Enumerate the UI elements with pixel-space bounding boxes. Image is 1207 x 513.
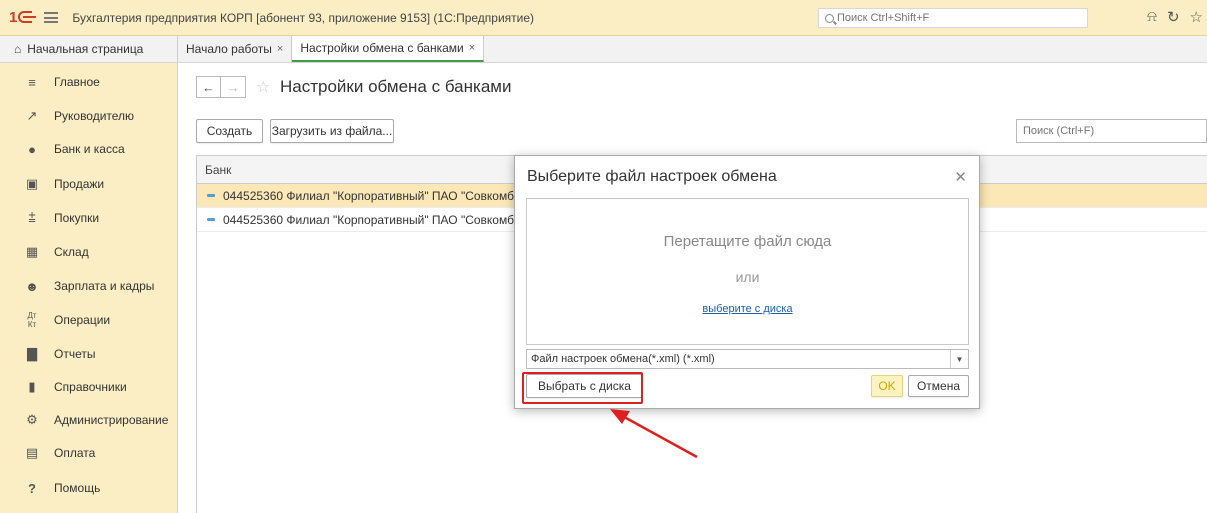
forward-arrow-icon[interactable]: →	[221, 76, 246, 98]
sidebar-item-payment[interactable]: ▤ Оплата	[0, 437, 178, 469]
title-icons: ⍾ ↻ ☆	[1147, 8, 1203, 26]
row-bank: 044525360 Филиал "Корпоративный" ПАО "Со…	[223, 212, 537, 227]
bell-icon[interactable]: ⍾	[1147, 8, 1157, 26]
create-button[interactable]: Создать	[196, 119, 263, 143]
sidebar-item-purchases[interactable]: ⩲ Покупки	[0, 202, 178, 234]
payment-icon: ▤	[25, 445, 39, 460]
favorites-star-icon[interactable]: ☆	[1190, 8, 1203, 26]
title-bar: 1 Бухгалтерия предприятия КОРП [абонент …	[0, 0, 1207, 36]
sidebar-item-reports[interactable]: ▇ Отчеты	[0, 338, 178, 370]
sidebar-item-sales[interactable]: ▣ Продажи	[0, 168, 178, 200]
sidebar-item-help[interactable]: ? Помощь	[0, 472, 178, 504]
sidebar-item-label: Оплата	[54, 446, 96, 460]
sidebar-item-label: Покупки	[54, 211, 100, 225]
select-file-dialog: Выберите файл настроек обмена ✕ Перетащи…	[514, 155, 980, 409]
history-icon[interactable]: ↻	[1167, 8, 1180, 26]
ok-button[interactable]: OK	[871, 375, 903, 397]
tab-label: Начало работы	[186, 42, 272, 56]
nav-buttons: ← →	[196, 76, 246, 98]
sidebar-item-manager[interactable]: ↗ Руководителю	[0, 100, 178, 132]
tab-home-label: Начальная страница	[27, 42, 144, 56]
trend-icon: ↗	[26, 108, 38, 123]
dialog-title: Выберите файл настроек обмена	[527, 168, 777, 185]
row-bank: 044525360 Филиал "Корпоративный" ПАО "Со…	[223, 188, 537, 203]
load-from-file-button[interactable]: Загрузить из файла...	[270, 119, 394, 143]
sidebar-item-label: Отчеты	[54, 347, 96, 361]
back-arrow-icon[interactable]: ←	[196, 76, 221, 98]
sidebar-item-label: Руководителю	[54, 109, 135, 123]
drop-hint: Перетащите файл сюда	[663, 233, 832, 250]
or-text: или	[735, 269, 760, 285]
file-type-value: Файл настроек обмена(*.xml) (*.xml)	[531, 353, 715, 365]
sidebar-item-label: Склад	[54, 245, 89, 259]
tab-label: Настройки обмена с банками	[300, 41, 464, 55]
sidebar-item-warehouse[interactable]: ▦ Склад	[0, 236, 178, 268]
sidebar-item-label: Операции	[54, 313, 111, 327]
cancel-button[interactable]: Отмена	[908, 375, 969, 397]
global-search[interactable]	[818, 8, 1088, 28]
gear-icon: ⚙	[26, 412, 38, 427]
sidebar-item-label: Зарплата и кадры	[54, 279, 155, 293]
sidebar-item-label: Справочники	[54, 380, 127, 394]
sidebar-item-label: Банк и касса	[54, 142, 125, 156]
sidebar-item-label: Администрирование	[54, 413, 169, 427]
main-menu-icon[interactable]	[44, 12, 59, 23]
sidebar-item-label: Помощь	[54, 481, 101, 495]
close-icon[interactable]: ✕	[954, 168, 967, 186]
row-marker-icon	[207, 218, 215, 221]
choose-from-disk-link[interactable]: выберите с диска	[527, 303, 968, 315]
list-search[interactable]	[1016, 119, 1207, 143]
help-icon: ?	[28, 480, 36, 496]
sidebar-item-bank[interactable]: ● Банк и касса	[0, 133, 178, 165]
chevron-down-icon[interactable]: ▼	[950, 350, 968, 368]
file-drop-zone[interactable]: Перетащите файл сюда или выберите с диск…	[526, 198, 969, 345]
sidebar-item-label: Продажи	[54, 177, 105, 191]
app-logo[interactable]: 1	[9, 9, 37, 26]
sidebar-item-main[interactable]: ≡ Главное	[0, 66, 178, 98]
app-title: Бухгалтерия предприятия КОРП [абонент 93…	[72, 10, 535, 25]
row-marker-icon	[207, 194, 215, 197]
search-icon	[825, 13, 834, 23]
warehouse-icon: ▦	[25, 244, 39, 259]
close-icon[interactable]: ×	[277, 43, 283, 55]
file-type-select[interactable]: Файл настроек обмена(*.xml) (*.xml) ▼	[526, 349, 969, 369]
home-icon: ⌂	[14, 42, 22, 56]
sidebar-item-administration[interactable]: ⚙ Администрирование	[0, 404, 178, 436]
sidebar-item-label: Главное	[54, 75, 100, 89]
tab-bank-exchange-settings[interactable]: Настройки обмена с банками ×	[292, 36, 485, 62]
sidebar-item-directories[interactable]: ▮ Справочники	[0, 371, 178, 403]
book-icon: ▮	[28, 379, 36, 394]
bank-icon: ●	[28, 141, 36, 157]
sidebar: ≡ Главное ↗ Руководителю ● Банк и касса …	[0, 63, 178, 513]
highlight-frame	[522, 372, 643, 404]
bars-icon: ▇	[27, 346, 37, 361]
page-title: Настройки обмена с банками	[280, 77, 512, 96]
list-search-input[interactable]	[1023, 125, 1203, 137]
global-search-input[interactable]	[837, 12, 1077, 24]
sidebar-item-operations[interactable]: Дт Кт Операции	[0, 304, 178, 336]
tabs-bar: ⌂ Начальная страница Начало работы × Нас…	[0, 36, 1207, 63]
favorite-star-icon[interactable]: ☆	[256, 77, 270, 97]
menu-icon: ≡	[28, 74, 36, 90]
tab-home[interactable]: ⌂ Начальная страница	[0, 36, 178, 62]
dt-kt-icon: Дт Кт	[27, 311, 37, 329]
cart-icon: ⩲	[28, 210, 36, 225]
close-icon[interactable]: ×	[469, 42, 475, 54]
person-icon: ☻	[25, 278, 39, 294]
tab-start[interactable]: Начало работы ×	[178, 36, 293, 62]
sidebar-item-salary[interactable]: ☻ Зарплата и кадры	[0, 270, 178, 302]
bag-icon: ▣	[25, 176, 39, 191]
